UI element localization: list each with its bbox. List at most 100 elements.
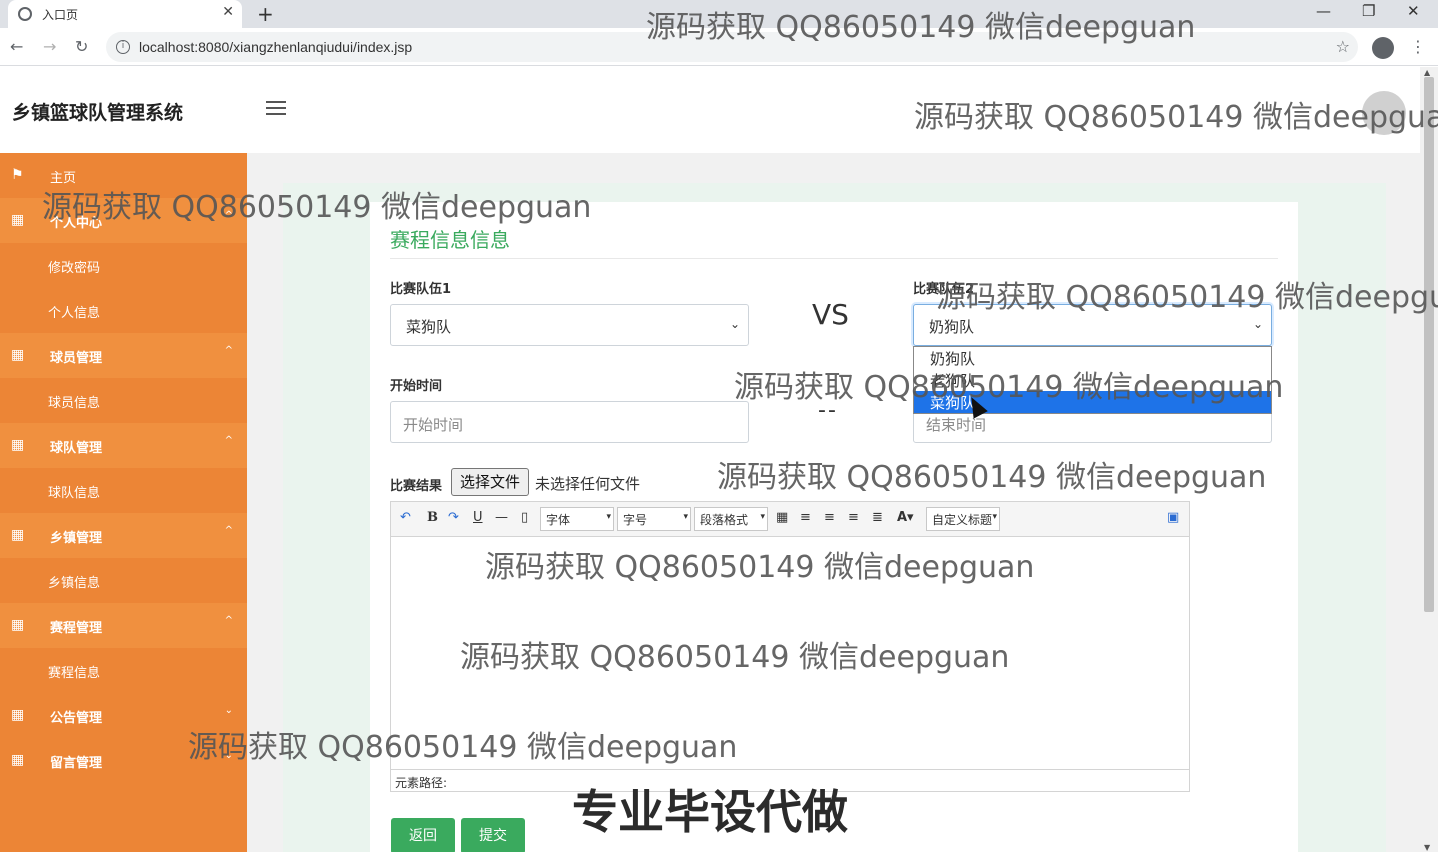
page-title: 赛程信息信息 <box>390 228 510 252</box>
new-tab-icon[interactable]: + <box>257 2 274 26</box>
caret-down-icon: ▾ <box>992 512 997 522</box>
minimize-icon[interactable]: — <box>1316 2 1331 20</box>
custom-title-select[interactable]: 自定义标题 ▾ <box>926 507 1000 531</box>
underline-icon[interactable]: U <box>473 510 483 525</box>
globe-icon <box>18 7 32 21</box>
grid-icon: ▦ <box>11 212 25 228</box>
align-justify-icon[interactable]: ≣ <box>872 510 883 525</box>
sidebar-item-label: 留言管理 <box>50 756 103 771</box>
sidebar-item-schedule-info[interactable]: 赛程信息 <box>0 648 247 693</box>
font-family-select[interactable]: 字体 ▾ <box>540 507 614 531</box>
close-window-icon[interactable]: ✕ <box>1407 2 1420 20</box>
horizontal-rule-icon[interactable]: — <box>495 510 508 525</box>
reload-icon[interactable]: ↻ <box>75 37 88 56</box>
undo-icon[interactable]: ↶ <box>400 510 411 525</box>
watermark: 源码获取 QQ86050149 微信deepguan <box>485 550 1035 585</box>
grid-icon: ▦ <box>11 707 25 723</box>
close-tab-icon[interactable]: ✕ <box>222 4 234 20</box>
sidebar-item-label: 公告管理 <box>50 711 103 726</box>
align-left-icon[interactable]: ≡ <box>800 510 811 525</box>
page-icon[interactable]: ▯ <box>521 510 528 525</box>
scroll-down-icon[interactable]: ▼ <box>1424 843 1430 852</box>
scroll-up-icon[interactable]: ▲ <box>1424 68 1430 77</box>
star-icon[interactable]: ☆ <box>1336 37 1350 56</box>
info-icon[interactable]: i <box>116 40 130 54</box>
watermark: 源码获取 QQ86050149 微信deepguan <box>460 640 1010 675</box>
team1-select[interactable]: 菜狗队 ⌄ <box>390 304 749 346</box>
sidebar-item-label: 球队管理 <box>50 441 103 456</box>
sidebar-item-town-info[interactable]: 乡镇信息 <box>0 558 247 603</box>
table-icon[interactable]: ▦ <box>776 510 788 525</box>
caret-down-icon: ▾ <box>760 512 765 522</box>
grid-icon: ▦ <box>11 347 25 363</box>
sidebar-item-personal-info[interactable]: 个人信息 <box>0 288 247 333</box>
sidebar-item-change-password[interactable]: 修改密码 <box>0 243 247 288</box>
watermark: 源码获取 QQ86050149 微信deepguan <box>646 10 1196 45</box>
watermark: 源码获取 QQ86050149 微信deepguan <box>734 370 1284 405</box>
brand-title: 乡镇篮球队管理系统 <box>12 102 184 124</box>
editor-toolbar: ↶ B ↷ U — ▯ 字体 ▾ 字号 ▾ 段落格式 ▾ ▦ ≡ ≡ ≡ ≣ A▾ 自… <box>391 502 1189 537</box>
tab-title: 入口页 <box>42 8 79 22</box>
grid-icon: ▦ <box>11 437 25 453</box>
grid-icon: ▦ <box>11 527 25 543</box>
watermark: 源码获取 QQ86050149 微信deepguan <box>717 460 1267 495</box>
align-center-icon[interactable]: ≡ <box>848 510 859 525</box>
back-button[interactable]: 返回 <box>391 818 455 852</box>
chevron-down-icon: ⌄ <box>1252 317 1263 331</box>
sidebar-item-player-info[interactable]: 球员信息 <box>0 378 247 423</box>
start-time-placeholder: 开始时间 <box>403 416 464 434</box>
paragraph-format-select[interactable]: 段落格式 ▾ <box>694 507 768 531</box>
profile-icon[interactable] <box>1372 37 1394 59</box>
caret-down-icon: ▾ <box>683 512 688 522</box>
start-time-input[interactable]: 开始时间 <box>390 401 749 443</box>
sidebar-item-label: 球员管理 <box>50 351 103 366</box>
file-status-text: 未选择任何文件 <box>535 475 641 493</box>
grid-icon: ▦ <box>11 752 25 768</box>
submit-button[interactable]: 提交 <box>461 818 525 852</box>
end-time-placeholder: 结束时间 <box>926 416 987 434</box>
restore-icon[interactable]: ❐ <box>1362 2 1375 20</box>
sidebar-item-label: 修改密码 <box>48 261 101 276</box>
sidebar-item-player-management[interactable]: ▦ 球员管理 ^ <box>0 333 247 378</box>
watermark: 源码获取 QQ86050149 微信deepguan <box>936 280 1438 315</box>
element-path-label: 元素路径: <box>395 776 448 790</box>
font-color-icon[interactable]: A▾ <box>897 510 914 525</box>
redo-icon[interactable]: ↷ <box>448 510 459 525</box>
choose-file-button[interactable]: 选择文件 <box>451 468 529 496</box>
chevron-up-icon: ^ <box>224 525 233 536</box>
sidebar-item-label: 乡镇信息 <box>48 576 101 591</box>
grid-icon: ▦ <box>11 617 25 633</box>
watermark: 源码获取 QQ86050149 微信deepguan <box>42 190 592 225</box>
team2-value: 奶狗队 <box>929 318 975 336</box>
sidebar-item-label: 乡镇管理 <box>50 531 103 546</box>
sidebar-item-label: 赛程信息 <box>48 666 101 681</box>
scrollbar-thumb[interactable] <box>1424 77 1434 612</box>
more-icon[interactable]: ⋮ <box>1410 37 1426 56</box>
sidebar-item-team-info[interactable]: 球队信息 <box>0 468 247 513</box>
chevron-down-icon: ⌄ <box>224 705 233 716</box>
sidebar-item-town-management[interactable]: ▦ 乡镇管理 ^ <box>0 513 247 558</box>
bold-icon[interactable]: B <box>427 510 438 525</box>
result-label: 比赛结果 <box>390 479 443 494</box>
vs-text: VS <box>812 298 849 331</box>
start-time-label: 开始时间 <box>390 379 443 394</box>
sidebar-item-label: 个人信息 <box>48 306 101 321</box>
watermark: 源码获取 QQ86050149 微信deepguan <box>188 730 738 765</box>
sidebar-item-schedule-management[interactable]: ▦ 赛程管理 ^ <box>0 603 247 648</box>
forward-icon[interactable]: → <box>43 37 56 56</box>
font-size-select[interactable]: 字号 ▾ <box>617 507 691 531</box>
menu-toggle-icon[interactable] <box>266 101 286 119</box>
back-icon[interactable]: ← <box>10 37 23 56</box>
url-text[interactable]: localhost:8080/xiangzhenlanqiudui/index.… <box>139 39 412 55</box>
caret-down-icon: ▾ <box>606 512 611 522</box>
page-scrollbar[interactable]: ▲ ▼ <box>1420 67 1438 852</box>
chevron-up-icon: ^ <box>224 435 233 446</box>
browser-tab[interactable]: 入口页 ✕ <box>8 0 242 28</box>
title-divider <box>390 258 1278 259</box>
flag-icon: ⚑ <box>11 167 24 183</box>
align-right-icon[interactable]: ≡ <box>824 510 835 525</box>
fullscreen-icon[interactable]: ▣ <box>1167 510 1179 525</box>
sidebar-item-team-management[interactable]: ▦ 球队管理 ^ <box>0 423 247 468</box>
team1-value: 菜狗队 <box>406 318 452 336</box>
sidebar-item-label: 球员信息 <box>48 396 101 411</box>
